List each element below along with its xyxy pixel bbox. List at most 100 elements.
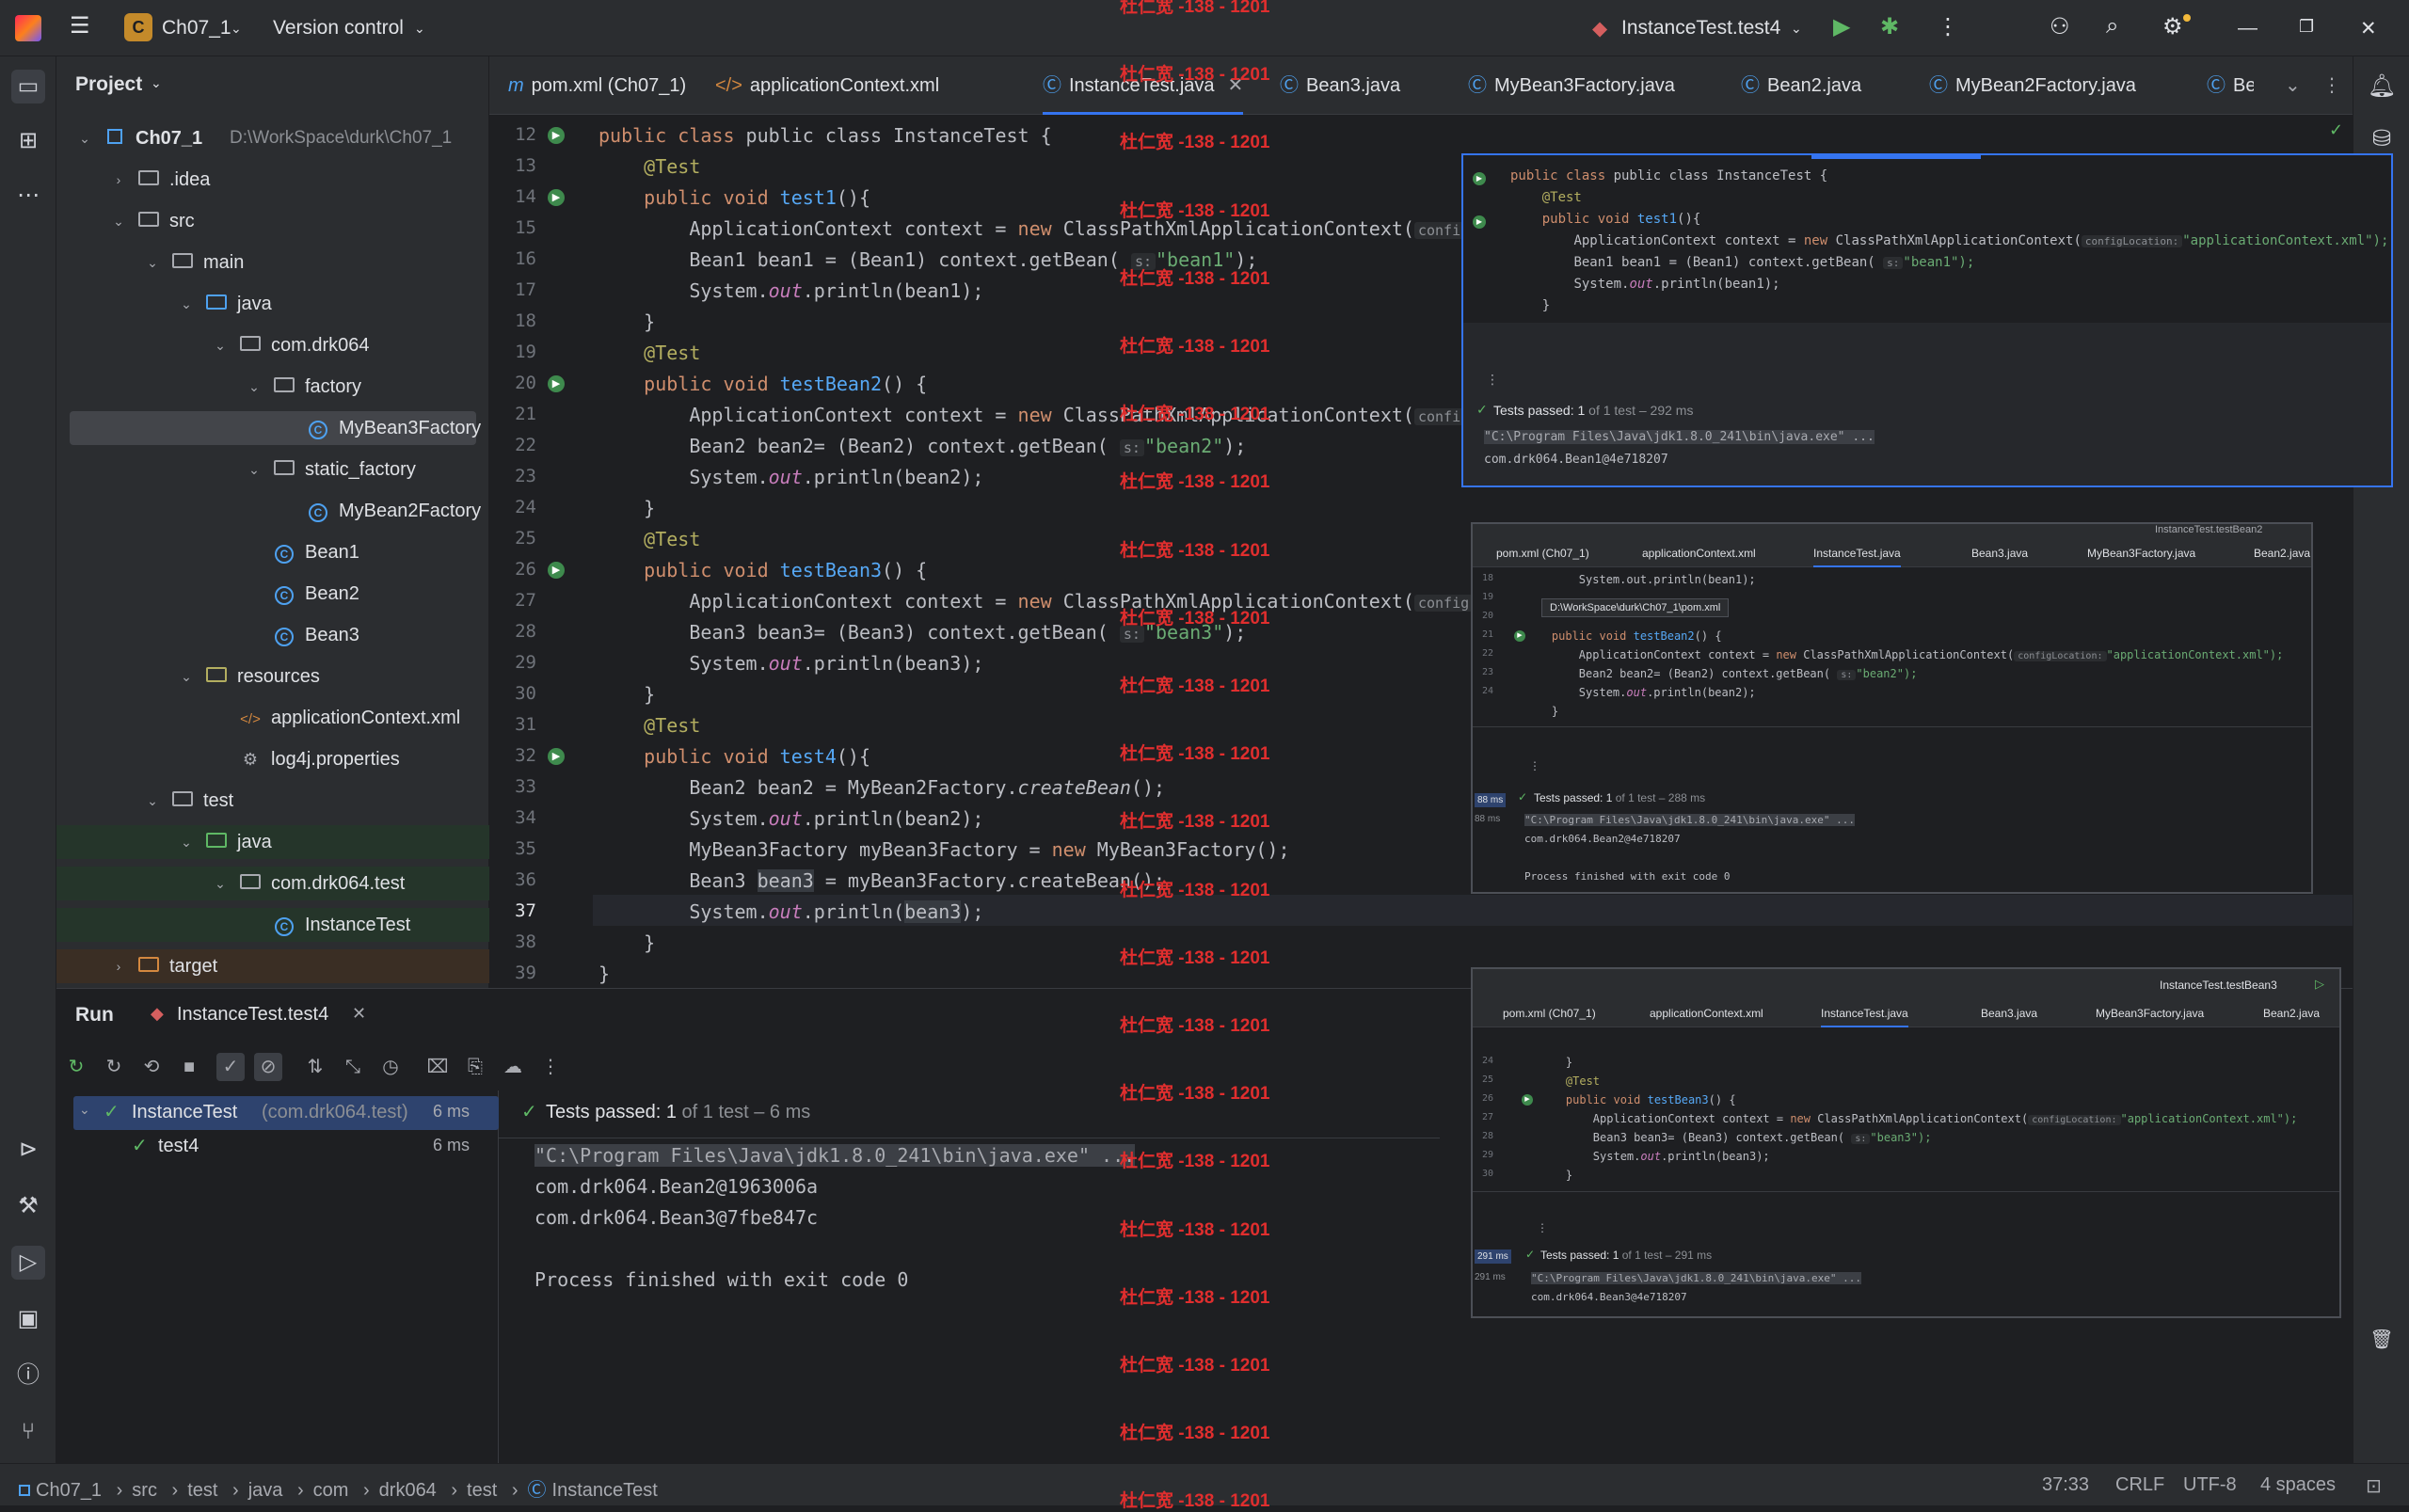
tree-item[interactable]: ⌄ resources (56, 660, 489, 693)
services-tool-icon[interactable]: ⊳ (11, 1133, 45, 1167)
breadcrumb-item[interactable]: test (467, 1480, 497, 1501)
tab-overflow[interactable]: Ⓒ Be (2207, 56, 2254, 115)
floating-preview-2[interactable]: InstanceTest.testBean2 pom.xml (Ch07_1) … (1471, 522, 2313, 894)
trash-icon[interactable]: 🗑︎ (2365, 1323, 2399, 1357)
breadcrumb-item[interactable]: java (248, 1480, 283, 1501)
indent-setting[interactable]: 4 spaces (2260, 1474, 2336, 1496)
debug-icon[interactable]: ✱ (1880, 13, 1899, 40)
show-ignored-icon[interactable]: ⊘ (254, 1053, 282, 1081)
maximize-icon[interactable]: ❐ (2299, 17, 2314, 37)
chevron-down-icon[interactable]: ⌄ (211, 867, 230, 900)
vcs-menu[interactable]: Version control (273, 17, 404, 40)
cursor-position[interactable]: 37:33 (2042, 1474, 2089, 1496)
tree-item[interactable]: ⌄ Ch07_1 D:\WorkSpace\durk\Ch07_1 (56, 121, 489, 155)
chevron-down-icon[interactable]: ⌄ (79, 1102, 90, 1118)
preview-tab[interactable]: pom.xml (Ch07_1) (1496, 547, 1589, 560)
import-icon[interactable]: ☁ (499, 1053, 527, 1081)
export-icon[interactable]: ⎘ (461, 1053, 489, 1081)
preview-tab[interactable]: Bean2.java (2254, 547, 2310, 560)
chevron-down-icon[interactable]: ⌄ (1791, 21, 1802, 37)
preview-tab[interactable]: Bean3.java (1981, 1007, 2037, 1020)
tab-bean2-java[interactable]: Ⓒ Bean2.java (1741, 56, 1861, 115)
close-icon[interactable]: ✕ (2360, 17, 2377, 40)
chevron-down-icon[interactable]: ⌄ (75, 121, 94, 155)
tree-item[interactable]: ⌄ factory (56, 370, 489, 404)
breadcrumb-item[interactable]: src (132, 1480, 157, 1501)
project-panel-title[interactable]: Project (75, 73, 142, 96)
structure-tool-icon[interactable]: ⊞ (11, 124, 45, 158)
preview-tab[interactable]: Bean3.java (1971, 547, 2028, 560)
tree-item[interactable]: C MyBean2Factory (56, 494, 489, 528)
preview-tab[interactable]: InstanceTest.java (1813, 547, 1901, 567)
run-icon[interactable]: ▶ (1833, 13, 1850, 40)
screenshot-icon[interactable]: ⌧ (423, 1053, 452, 1081)
rerun-icon[interactable]: ↻ (62, 1053, 90, 1081)
tree-item[interactable]: ⌄ main (56, 246, 489, 279)
file-encoding[interactable]: UTF-8 (2183, 1474, 2237, 1496)
tree-item[interactable]: ⌄ test (56, 784, 489, 818)
notifications-icon[interactable]: 🔔︎ (2365, 70, 2399, 103)
show-passed-icon[interactable]: ✓ (216, 1053, 245, 1081)
more-icon[interactable]: ⋮ (536, 1053, 565, 1081)
settings-icon[interactable]: ⚙ (2162, 13, 2183, 40)
terminal-tool-icon[interactable]: ▣ (11, 1302, 45, 1336)
preview-tab[interactable]: MyBean3Factory.java (2087, 547, 2195, 560)
tab-mybean2factory-java[interactable]: Ⓒ MyBean2Factory.java (1929, 56, 2136, 115)
chevron-down-icon[interactable]: ⌄ (231, 21, 242, 37)
project-tool-icon[interactable]: ▭ (11, 70, 45, 103)
floating-preview-3[interactable]: InstanceTest.testBean3 ▷ pom.xml (Ch07_1… (1471, 967, 2341, 1318)
run-test-icon[interactable]: ▶ (548, 748, 565, 765)
preview-run-config[interactable]: InstanceTest.testBean3 (2160, 979, 2277, 992)
preview-tab[interactable]: InstanceTest.java (1821, 1007, 1908, 1027)
breadcrumb-item[interactable]: test (187, 1480, 217, 1501)
breadcrumb-item[interactable]: com (313, 1480, 349, 1501)
more-icon[interactable]: ⋮ (1537, 1221, 1548, 1234)
stop-icon[interactable]: ■ (175, 1053, 203, 1081)
tree-item[interactable]: </> applicationContext.xml (56, 701, 489, 735)
chevron-down-icon[interactable]: ⌄ (109, 204, 128, 238)
collapse-icon[interactable]: ⤡ (339, 1053, 367, 1081)
more-actions-icon[interactable]: ⋮ (1937, 13, 1959, 40)
run-test-icon[interactable]: ▶ (548, 375, 565, 392)
run-test-icon[interactable]: ▶ (548, 562, 565, 579)
sort-icon[interactable]: ⇅ (301, 1053, 329, 1081)
tab-pom-xml[interactable]: m pom.xml (Ch07_1) (508, 56, 686, 115)
more-tools-icon[interactable]: ⋯ (11, 179, 45, 213)
minimize-icon[interactable]: — (2238, 17, 2257, 40)
floating-preview-1[interactable]: ▶ ▶ public class public class InstanceTe… (1461, 153, 2393, 487)
chevron-down-icon[interactable]: ⌄ (414, 21, 425, 37)
close-run-tab-icon[interactable]: ✕ (352, 1004, 366, 1024)
run-test-icon[interactable]: ▶ (548, 127, 565, 144)
preview-tab[interactable]: applicationContext.xml (1642, 547, 1756, 560)
chevron-down-icon[interactable]: ⌄ (245, 453, 263, 486)
tree-item[interactable]: C InstanceTest (56, 908, 489, 942)
chevron-down-icon[interactable]: ⌄ (151, 75, 162, 91)
tree-item[interactable]: ⌄ static_factory (56, 453, 489, 486)
run-test-icon[interactable]: ▶ (1473, 172, 1486, 185)
project-name[interactable]: Ch07_1 (162, 17, 231, 40)
chevron-down-icon[interactable]: ⌄ (177, 825, 196, 859)
project-badge[interactable]: C (124, 13, 152, 41)
tree-item[interactable]: ⚙ log4j.properties (56, 742, 489, 776)
tree-item[interactable]: C Bean2 (56, 577, 489, 611)
main-menu-icon[interactable]: ☰ (70, 15, 94, 39)
more-icon[interactable]: ⋮ (1529, 759, 1540, 772)
run-tool-icon[interactable]: ▷ (11, 1246, 45, 1280)
app-logo-icon[interactable] (15, 15, 41, 41)
add-user-icon[interactable]: ⚇ (2050, 13, 2070, 40)
run-tab[interactable]: InstanceTest.test4 (177, 1004, 328, 1026)
tab-more-icon[interactable]: ⋮ (2322, 56, 2341, 115)
tree-item[interactable]: › .idea (56, 163, 489, 197)
tree-item[interactable]: › target (56, 949, 489, 983)
build-tool-icon[interactable]: ⚒ (11, 1189, 45, 1223)
chevron-down-icon[interactable]: ⌄ (245, 370, 263, 404)
tab-list-chevron-icon[interactable]: ⌄ (2285, 56, 2301, 115)
tree-item[interactable]: C Bean3 (56, 618, 489, 652)
breadcrumb-item[interactable]: InstanceTest (552, 1480, 658, 1501)
chevron-down-icon[interactable]: ⌄ (177, 287, 196, 321)
lock-icon[interactable]: ⊡ (2366, 1474, 2382, 1498)
tree-item[interactable]: ⌄ com.drk064.test (56, 867, 489, 900)
run-config-selector[interactable]: InstanceTest.test4 (1621, 17, 1780, 40)
run-icon[interactable]: ▷ (2315, 977, 2324, 992)
preview-run-config[interactable]: InstanceTest.testBean2 (2155, 524, 2262, 535)
